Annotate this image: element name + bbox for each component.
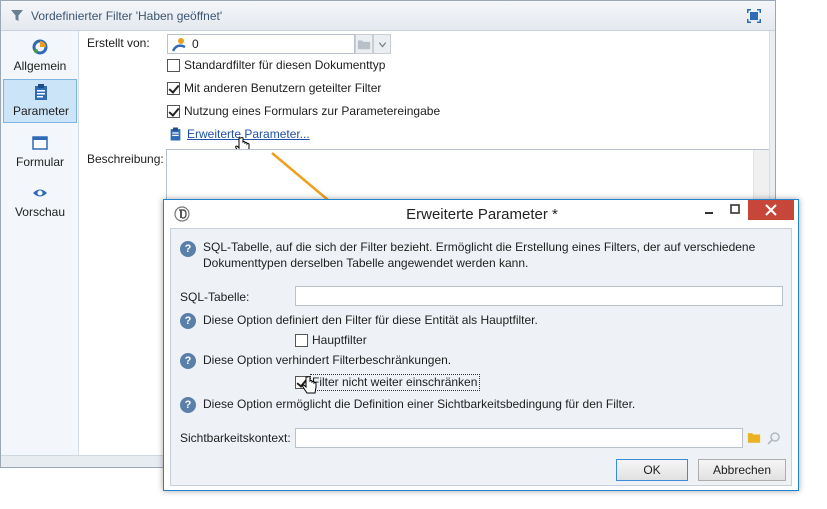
checkbox-label: Mit anderen Benutzern geteilter Filter xyxy=(184,81,382,95)
user-icon xyxy=(171,38,186,52)
sidebar-item-formular[interactable]: Formular xyxy=(3,131,77,175)
help-icon: ? xyxy=(180,241,196,257)
checkbox-label: Hauptfilter xyxy=(312,333,367,347)
checkbox[interactable] xyxy=(167,82,180,95)
checkbox-label: Standardfilter für diesen Dokumenttyp xyxy=(184,58,386,72)
sidebar-item-label: Allgemein xyxy=(13,59,67,73)
created-by-field[interactable]: 0 xyxy=(167,34,355,54)
advanced-parameters-link[interactable]: Erweiterte Parameter... xyxy=(187,127,310,141)
sidebar-item-parameter[interactable]: Parameter xyxy=(3,79,77,123)
minimize-button[interactable] xyxy=(696,200,722,220)
help-icon: ? xyxy=(180,313,196,329)
maximize-button[interactable] xyxy=(722,200,748,220)
help-icon: ? xyxy=(180,353,196,369)
checkbox[interactable] xyxy=(167,59,180,72)
visibility-label: Sichtbarkeitskontext: xyxy=(180,431,291,445)
sql-table-input[interactable] xyxy=(295,286,783,306)
maximize-icon xyxy=(730,204,740,214)
dialog-titlebar: Erweiterte Parameter * xyxy=(164,200,798,228)
form-icon xyxy=(32,136,48,150)
main-filter-help-text: Diese Option definiert den Filter für di… xyxy=(203,313,538,327)
sql-table-help-text: SQL-Tabelle, auf die sich der Filter bez… xyxy=(203,240,756,254)
ok-button-label: OK xyxy=(643,463,661,477)
no-restrict-help-text: Diese Option verhindert Filterbeschränku… xyxy=(203,353,452,367)
minimize-icon xyxy=(705,212,713,214)
checkbox[interactable] xyxy=(167,105,180,118)
sql-table-label: SQL-Tabelle: xyxy=(180,290,250,304)
scrollbar[interactable] xyxy=(753,150,769,200)
description-label: Beschreibung: xyxy=(87,152,164,166)
sidebar-item-label: Parameter xyxy=(12,104,70,118)
window-titlebar: Vordefinierter Filter 'Haben geöffnet' xyxy=(1,1,775,31)
ok-button[interactable]: OK xyxy=(616,459,688,481)
created-by-value: 0 xyxy=(192,37,199,51)
dropdown-button[interactable] xyxy=(373,34,391,54)
sidebar-item-label: Formular xyxy=(15,155,64,169)
sql-table-help-text-2: Dokumenttypen derselben Tabelle angewend… xyxy=(203,256,529,270)
chevron-down-icon xyxy=(378,42,387,48)
focus-rectangle xyxy=(310,374,480,391)
visibility-help-text: Diese Option ermöglicht die Definition e… xyxy=(203,397,636,411)
description-textarea[interactable] xyxy=(166,149,770,201)
visibility-input[interactable] xyxy=(295,428,743,448)
close-icon xyxy=(765,204,777,216)
window-title: Vordefinierter Filter 'Haben geöffnet' xyxy=(31,9,223,23)
general-icon xyxy=(32,39,48,55)
help-icon: ? xyxy=(180,397,196,413)
checkbox[interactable] xyxy=(295,334,308,347)
close-button[interactable] xyxy=(748,200,794,220)
sidebar-item-label: Vorschau xyxy=(14,205,66,219)
sidebar-item-vorschau[interactable]: Vorschau xyxy=(3,181,77,225)
folder-button[interactable] xyxy=(355,34,373,54)
checkbox[interactable] xyxy=(295,376,308,389)
created-by-label: Erstellt von: xyxy=(87,36,150,50)
search-icon[interactable] xyxy=(767,431,781,445)
cancel-button[interactable]: Abbrechen xyxy=(698,459,786,481)
cancel-button-label: Abbrechen xyxy=(712,463,772,477)
sidebar-item-allgemein[interactable]: Allgemein xyxy=(3,35,77,79)
maximize-icon[interactable] xyxy=(747,9,761,23)
folder-icon[interactable] xyxy=(747,431,761,444)
checkbox-label: Nutzung eines Formulars zur Parameterein… xyxy=(184,104,441,118)
sidebar: Allgemein Parameter Formular Vorschau xyxy=(1,31,79,467)
clipboard-icon xyxy=(35,84,47,100)
eye-icon xyxy=(33,189,47,197)
folder-icon xyxy=(357,40,371,50)
dialog-body: ? SQL-Tabelle, auf die sich der Filter b… xyxy=(170,228,792,486)
funnel-icon xyxy=(11,10,23,21)
clipboard-icon xyxy=(170,127,181,141)
advanced-parameters-dialog: Erweiterte Parameter * ? SQL-Tabelle, au… xyxy=(163,199,799,491)
